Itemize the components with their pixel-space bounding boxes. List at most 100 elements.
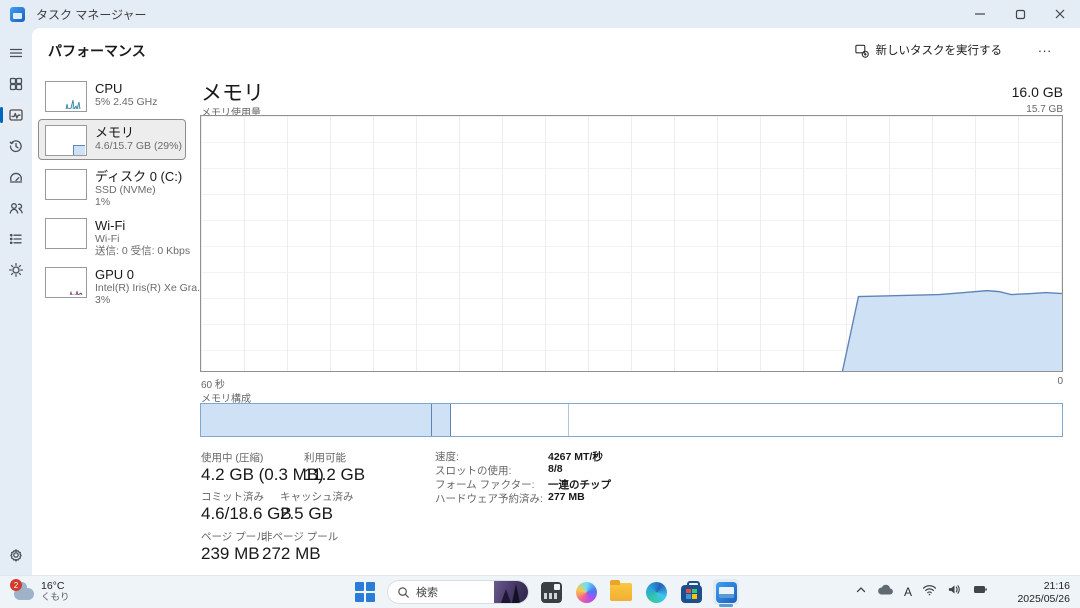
hw-reserved-label: ハードウェア予約済み:	[435, 491, 543, 506]
file-explorer-icon[interactable]	[608, 579, 634, 605]
wifi-sub2: 送信: 0 受信: 0 Kbps	[95, 245, 179, 257]
gpu-sub1: Intel(R) Iris(R) Xe Gra...	[95, 282, 179, 294]
nav-startup-apps-icon[interactable]	[3, 164, 29, 190]
gpu-mini-chart	[45, 267, 87, 298]
onedrive-cloud-icon[interactable]	[877, 583, 894, 601]
speaker-icon[interactable]	[947, 583, 962, 601]
composition-in-use-segment	[201, 404, 432, 436]
cpu-mini-chart	[45, 81, 87, 112]
available-label: 利用可能	[304, 450, 346, 465]
disk-sub1: SSD (NVMe)	[95, 184, 179, 196]
wifi-sub1: Wi-Fi	[95, 233, 179, 245]
task-manager-app-icon	[10, 7, 25, 22]
gpu-sub2: 3%	[95, 294, 179, 306]
windows-logo-icon	[355, 582, 375, 602]
weather-temp: 16°C	[41, 581, 70, 592]
battery-device-icon[interactable]	[972, 583, 988, 601]
hw-reserved-value: 277 MB	[548, 491, 585, 503]
speed-label: 速度:	[435, 449, 459, 464]
more-options-button[interactable]: ...	[1032, 38, 1058, 57]
nav-users-icon[interactable]	[3, 195, 29, 221]
cached-value: 2.5 GB	[280, 504, 333, 524]
system-clock[interactable]: 21:16 2025/05/26	[1017, 580, 1070, 606]
paged-pool-label: ページ プール	[201, 529, 267, 544]
run-new-task-label: 新しいタスクを実行する	[876, 42, 1003, 58]
clock-date: 2025/05/26	[1017, 593, 1070, 606]
memory-mini-chart	[45, 125, 87, 156]
nav-services-icon[interactable]	[3, 257, 29, 283]
taskbar-app-dark-icon[interactable]	[538, 579, 564, 605]
nav-performance-icon[interactable]	[3, 102, 29, 128]
chart-axis-left: 60 秒	[201, 376, 225, 391]
weather-widget[interactable]: 2 16°C くもり	[6, 577, 76, 607]
wifi-mini-chart	[45, 218, 87, 249]
committed-value: 4.6/18.6 GB	[201, 504, 292, 524]
chart-max-label: 15.7 GB	[1026, 104, 1063, 115]
weather-condition: くもり	[41, 592, 70, 603]
wifi-icon[interactable]	[922, 583, 937, 601]
slots-value: 8/8	[548, 463, 563, 475]
close-button[interactable]	[1040, 0, 1080, 28]
composition-standby-segment	[451, 404, 569, 436]
run-new-task-icon	[854, 43, 869, 58]
memory-page-title: メモリ	[201, 77, 264, 107]
tray-chevron-up-icon[interactable]	[855, 583, 867, 601]
window-title: タスク マネージャー	[36, 6, 147, 23]
composition-free-segment	[569, 404, 1062, 436]
wifi-title: Wi-Fi	[95, 218, 179, 233]
search-placeholder: 検索	[416, 584, 438, 600]
memory-total: 16.0 GB	[1012, 84, 1063, 100]
taskbar-search[interactable]: 検索	[387, 580, 529, 604]
nav-details-icon[interactable]	[3, 226, 29, 252]
run-new-task-button[interactable]: 新しいタスクを実行する	[846, 38, 1011, 62]
task-manager-taskbar-icon[interactable]	[713, 579, 739, 605]
minimize-button[interactable]	[960, 0, 1000, 28]
cpu-title: CPU	[95, 81, 157, 96]
disk-title: ディスク 0 (C:)	[95, 169, 179, 184]
cached-label: キャッシュ済み	[280, 489, 354, 504]
maximize-button[interactable]	[1000, 0, 1040, 28]
page-title: パフォーマンス	[48, 41, 146, 61]
disk-sub2: 1%	[95, 196, 179, 208]
menu-hamburger-icon[interactable]	[3, 40, 29, 66]
speed-value: 4267 MT/秒	[548, 449, 603, 464]
store-briefcase-icon[interactable]	[678, 579, 704, 605]
nav-processes-icon[interactable]	[3, 71, 29, 97]
sidebar-item-gpu[interactable]: GPU 0 Intel(R) Iris(R) Xe Gra... 3%	[38, 261, 186, 307]
disk-mini-chart	[45, 169, 87, 200]
settings-gear-icon[interactable]	[3, 542, 29, 568]
committed-label: コミット済み	[201, 489, 264, 504]
sidebar-item-disk[interactable]: ディスク 0 (C:) SSD (NVMe) 1%	[38, 163, 186, 209]
start-button[interactable]	[352, 579, 378, 605]
copilot-icon[interactable]	[573, 579, 599, 605]
memory-composition-bar[interactable]	[200, 403, 1063, 437]
form-factor-value: 一連のチップ	[548, 477, 611, 492]
clock-time: 21:16	[1017, 580, 1070, 593]
available-value: 11.2 GB	[304, 465, 365, 485]
nonpaged-pool-label: 非ページ プール	[262, 529, 338, 544]
memory-usage-chart	[200, 115, 1063, 372]
edge-browser-icon[interactable]	[643, 579, 669, 605]
memory-sub: 4.6/15.7 GB (29%)	[95, 140, 179, 152]
titlebar: タスク マネージャー	[0, 0, 1080, 28]
weather-cloud-icon: 2	[12, 581, 36, 603]
slots-label: スロットの使用:	[435, 463, 511, 478]
ime-mode-indicator[interactable]: A	[904, 585, 912, 599]
sidebar-item-wifi[interactable]: Wi-Fi Wi-Fi 送信: 0 受信: 0 Kbps	[38, 212, 186, 258]
chart-axis-right: 0	[1057, 376, 1063, 387]
navigation-rail	[0, 28, 32, 576]
sidebar-item-cpu[interactable]: CPU 5% 2.45 GHz	[38, 75, 186, 118]
notification-badge: 2	[10, 579, 22, 591]
taskbar: 2 16°C くもり 検索	[0, 575, 1080, 608]
nav-app-history-icon[interactable]	[3, 133, 29, 159]
paged-pool-value: 239 MB	[201, 544, 260, 564]
memory-title: メモリ	[95, 125, 179, 140]
task-manager-window: タスク マネージャー	[0, 0, 1080, 608]
composition-modified-segment	[432, 404, 451, 436]
cpu-sub: 5% 2.45 GHz	[95, 96, 157, 108]
gpu-title: GPU 0	[95, 267, 179, 282]
nonpaged-pool-value: 272 MB	[262, 544, 321, 564]
search-highlight-image	[494, 581, 528, 603]
sidebar-item-memory[interactable]: メモリ 4.6/15.7 GB (29%)	[38, 119, 186, 160]
memory-usage-area	[201, 116, 1062, 371]
